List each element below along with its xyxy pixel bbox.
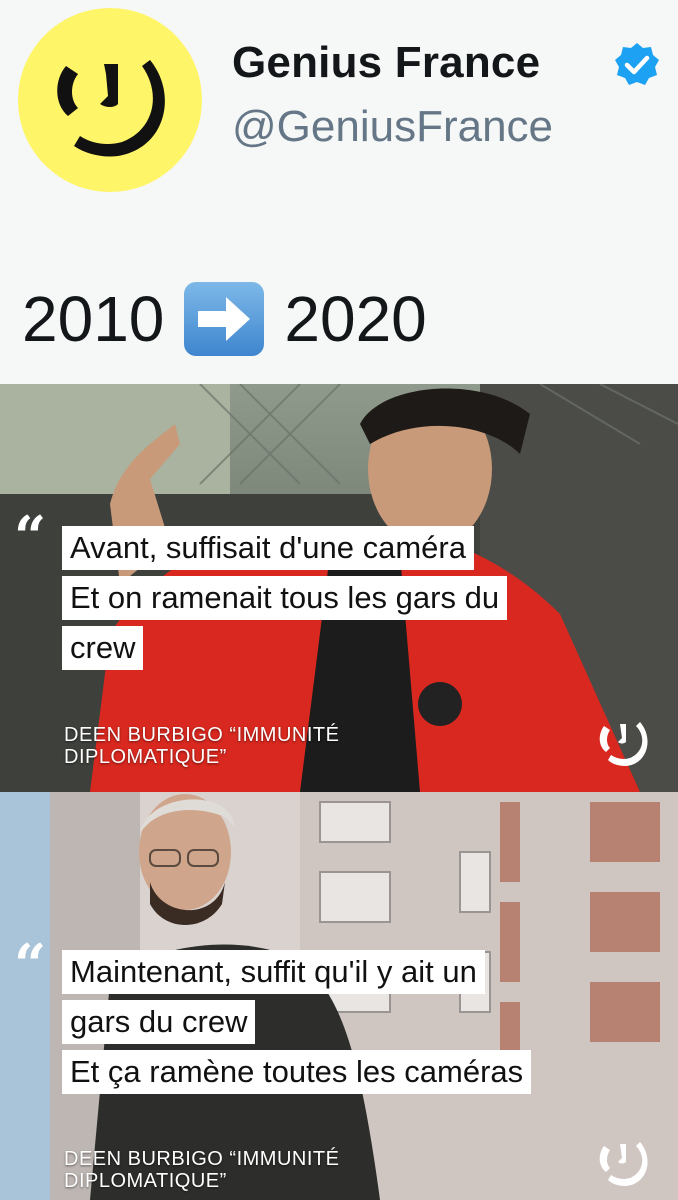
lyric-quote: Avant, suffisait d'une caméra Et on rame… (62, 526, 508, 670)
genius-watermark-icon (599, 1142, 648, 1186)
tweet-year-before: 2010 (22, 283, 165, 355)
genius-logo-icon (57, 60, 165, 157)
user-handle[interactable]: @GeniusFrance (232, 102, 553, 152)
lyric-line: crew (62, 626, 144, 670)
tweet-text: 2010 2020 (22, 282, 427, 356)
tweet-year-after: 2020 (284, 283, 427, 355)
lyric-line: gars du crew (62, 1000, 256, 1044)
lyric-line: Avant, suffisait d'une caméra (62, 526, 474, 570)
lyric-line: Maintenant, suffit qu'il y ait un (62, 950, 485, 994)
song-caption: DEEN BURBIGO “IMMUNITÉ DIPLOMATIQUE” (64, 1148, 339, 1192)
song-caption-line: DIPLOMATIQUE” (64, 746, 227, 768)
media-image-2010[interactable]: “ Avant, suffisait d'une caméra Et on ra… (0, 384, 678, 792)
song-caption: DEEN BURBIGO “IMMUNITÉ DIPLOMATIQUE” (64, 724, 339, 768)
media-image-2020[interactable]: “ Maintenant, suffit qu'il y ait un gars… (0, 792, 678, 1200)
song-caption-line: DEEN BURBIGO “IMMUNITÉ (64, 1148, 340, 1170)
display-name[interactable]: Genius France (232, 38, 540, 88)
song-caption-line: DEEN BURBIGO “IMMUNITÉ (64, 724, 340, 746)
genius-watermark-icon (599, 722, 648, 766)
avatar[interactable] (18, 8, 202, 192)
song-caption-line: DIPLOMATIQUE” (64, 1170, 227, 1192)
right-arrow-emoji-icon (184, 282, 265, 356)
lyric-quote: Maintenant, suffit qu'il y ait un gars d… (62, 950, 532, 1094)
verified-badge-icon (612, 40, 662, 90)
tweet-header: Genius France @GeniusFrance 2010 2020 (0, 0, 678, 380)
lyric-line: Et ça ramène toutes les caméras (62, 1050, 532, 1094)
quote-mark: “ (14, 932, 47, 998)
lyric-line: Et on ramenait tous les gars du (62, 576, 508, 620)
quote-mark: “ (14, 504, 47, 570)
